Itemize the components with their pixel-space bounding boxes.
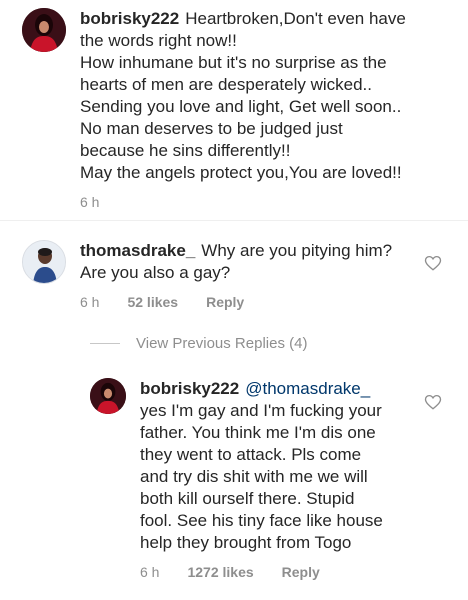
comment-line: yes I'm gay and I'm fucking your xyxy=(140,401,382,420)
timestamp: 6 h xyxy=(80,294,100,310)
avatar-thomasdrake[interactable] xyxy=(22,240,66,284)
comment-meta: 6 h 52 likes Reply xyxy=(80,294,392,310)
comment-line: father. You think me I'm dis one xyxy=(140,423,376,442)
comment-text: bobrisky222 Heartbroken,Don't even have t… xyxy=(80,8,406,184)
comment-line: help they brought from Togo xyxy=(140,533,352,552)
divider-line xyxy=(90,343,120,344)
comment-line: Heartbroken,Don't even have xyxy=(185,9,406,28)
comment-line: fool. See his tiny face like house xyxy=(140,511,383,530)
comment-line: No man deserves to be judged just xyxy=(80,119,343,138)
comment-line: both kill ourself there. Stupid xyxy=(140,489,355,508)
comment-line: How inhumane but it's no surprise as the xyxy=(80,53,387,72)
comment-bobrisky222: bobrisky222 Heartbroken,Don't even have t… xyxy=(22,8,452,210)
comment-thomasdrake: thomasdrake_ Why are you pitying him? Are… xyxy=(22,240,422,310)
comment-line: the words right now!! xyxy=(80,31,237,50)
like-heart-icon[interactable] xyxy=(424,393,442,411)
likes-count[interactable]: 52 likes xyxy=(127,294,178,310)
comment-line: hearts of men are desperately wicked.. xyxy=(80,75,372,94)
timestamp: 6 h xyxy=(140,564,160,580)
mention-link[interactable]: @thomasdrake_ xyxy=(245,379,370,398)
reply-button[interactable]: Reply xyxy=(206,294,244,310)
comment-line: Sending you love and light, Get well soo… xyxy=(80,97,402,116)
reply-bobrisky222: bobrisky222 @thomasdrake_ yes I'm gay and… xyxy=(90,378,420,580)
divider xyxy=(0,220,468,221)
like-heart-icon[interactable] xyxy=(424,254,442,272)
comment-text: thomasdrake_ Why are you pitying him? Are… xyxy=(80,240,392,284)
avatar-bobrisky222[interactable] xyxy=(90,378,126,414)
comment-line: Why are you pitying him? xyxy=(201,241,393,260)
view-previous-replies[interactable]: View Previous Replies (4) xyxy=(90,335,307,352)
comment-body: bobrisky222 Heartbroken,Don't even have t… xyxy=(80,8,406,210)
timestamp: 6 h xyxy=(80,194,100,210)
comment-line: because he sins differently!! xyxy=(80,141,291,160)
username[interactable]: thomasdrake_ xyxy=(80,241,195,260)
comment-body: bobrisky222 @thomasdrake_ yes I'm gay and… xyxy=(140,378,383,580)
username[interactable]: bobrisky222 xyxy=(140,379,239,398)
comment-line: May the angels protect you,You are loved… xyxy=(80,163,402,182)
avatar-bobrisky222[interactable] xyxy=(22,8,66,52)
comment-body: thomasdrake_ Why are you pitying him? Are… xyxy=(80,240,392,310)
comment-meta: 6 h xyxy=(80,194,406,210)
view-previous-label[interactable]: View Previous Replies (4) xyxy=(136,335,307,352)
comment-line: and try dis shit with me we will xyxy=(140,467,368,486)
comment-text: bobrisky222 @thomasdrake_ yes I'm gay and… xyxy=(140,378,383,554)
likes-count[interactable]: 1272 likes xyxy=(187,564,253,580)
username[interactable]: bobrisky222 xyxy=(80,9,179,28)
comment-meta: 6 h 1272 likes Reply xyxy=(140,564,383,580)
reply-button[interactable]: Reply xyxy=(282,564,320,580)
comment-line: they went to attack. Pls come xyxy=(140,445,362,464)
comment-line: Are you also a gay? xyxy=(80,263,231,282)
